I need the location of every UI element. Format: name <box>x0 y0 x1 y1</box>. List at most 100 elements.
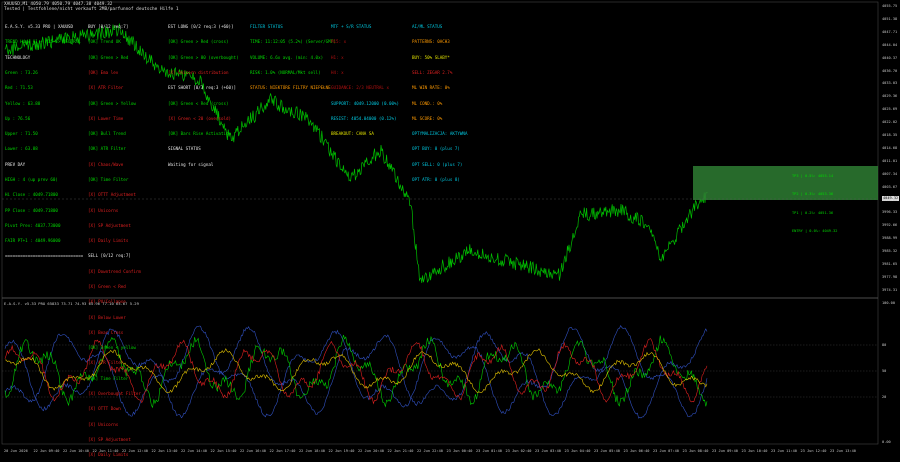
price-scale-label: 4051.38 <box>882 16 898 21</box>
opt-item: OPT SELL: 0 (plus 7) <box>412 161 463 167</box>
panel-buy: BUY [0/12 req:7] [OK] Trend OK [OK] Gree… <box>88 14 141 462</box>
panel-footer: =============================== <box>5 253 84 259</box>
time-axis-label: 22 Jun 20:40 <box>358 449 384 453</box>
buy-item: [OK] Ema lev <box>88 70 119 76</box>
filter-item: TIME: 11:12:05 (5.2%) (Server/GMT) <box>250 39 336 45</box>
estshort-item: [OK] Green < Red (cross) <box>168 100 229 106</box>
price-scale-label: 4025.69 <box>882 107 898 112</box>
panel-ml: AI/ML STATUS PATTERNS: 0ACH3 BUY: 50% SL… <box>412 14 467 187</box>
tech-item: Lower : 63.88 <box>5 146 38 152</box>
tp-label: TP1 | 0.2%: 4051.36 <box>792 210 834 215</box>
estlong-item: [OK] Green > 80 (overbought) <box>168 54 239 60</box>
ml-item: SELL: ZEGAR 2.7% <box>412 70 453 76</box>
mtf-title: MTF + S/R STATUS <box>331 24 372 30</box>
price-scale-label: 3981.65 <box>882 262 898 266</box>
buy-item: [X] SP Adjustment <box>88 222 131 228</box>
sell-item: [X] Overbought Filter <box>88 390 141 396</box>
tech-item: Yellow : 63.88 <box>5 100 41 106</box>
price-scale-label: 4029.36 <box>882 94 898 99</box>
price-scale-label: 4036.70 <box>882 68 898 73</box>
time-axis-label: 23 Jun 02:40 <box>505 449 532 453</box>
price-scale-label: 4033.03 <box>882 81 898 86</box>
filter-title: FILTER STATUS <box>250 24 283 30</box>
price-scale-label: 4044.04 <box>882 42 898 47</box>
prev-item: PP Close : 4049.71800 <box>5 207 58 213</box>
sell-item: [X] Green < Red <box>88 283 126 289</box>
tp-labels: TP3 | 0.5%: 4055.14 TP2 | 0.3%: 4053.36 … <box>792 164 837 239</box>
technology-header: TECHNOLOGY <box>5 54 31 60</box>
buy-item: [OK] Bull Trend <box>88 131 126 137</box>
price-scale-label: 4003.67 <box>882 184 898 189</box>
sell-item: [X] Below Lower <box>88 314 126 320</box>
price-scale-label: 4018.35 <box>882 133 898 137</box>
filter-item: VOLUME: 6.6x avg. (min: 4.0x) <box>250 54 324 60</box>
sell-item: [OK] Time Filter <box>88 375 129 381</box>
panel-mtf: MTF + S/R STATUS M15: x H1: x H4: x GUID… <box>331 14 399 141</box>
time-axis-label: 22 Jun 17:40 <box>269 449 296 453</box>
time-axis-label: 23 Jun 13:40 <box>830 449 856 453</box>
time-axis-label: 23 Jun 00:40 <box>446 449 473 453</box>
indicator-bottom-label: 0.00 <box>882 440 891 444</box>
buy-item: [X] Unicorns <box>88 207 119 213</box>
time-axis-label: 23 Jun 04:40 <box>564 449 591 453</box>
time-axis-label: 23 Jun 03:40 <box>535 449 561 453</box>
opt-item: OPT BUY: 0 (plus 7) <box>412 146 460 152</box>
buy-item: [X] OTTT Adjustment <box>88 192 136 198</box>
price-scale-label: 3977.98 <box>882 274 898 279</box>
estlong-item: [OK] Green > Red (cross) <box>168 39 229 45</box>
price-scale-label: 4040.37 <box>882 55 898 60</box>
signal-title: SIGNAL STATUS <box>168 146 201 152</box>
prevday-header: PREV DAY <box>5 161 26 167</box>
mtf-item: M15: x <box>331 39 347 45</box>
signal-value: Waiting for signal <box>168 161 214 167</box>
estlong-title: EST LONG [0/2 req:3 (+60)] <box>168 24 234 30</box>
buy-item: [OK] Green > Red <box>88 54 129 60</box>
mtf-item: H1: x <box>331 54 344 60</box>
prev-item: Hi Close : 4049.71800 <box>5 192 58 198</box>
prev-item: Pivot Prev: 4037.73000 <box>5 222 61 228</box>
time-axis-label: 23 Jun 07:40 <box>653 449 679 453</box>
panel-easy-title: E.A.S.Y. v5.33 PRO | XAUUSD <box>5 24 74 30</box>
time-axis-label: 22 Jun 16:40 <box>240 449 266 453</box>
buy-item: [OK] ATR Filter <box>88 146 126 152</box>
time-axis-label: 23 Jun 01:40 <box>476 449 502 453</box>
sr-item: RESIST: 4054.04000 (0.12%) <box>331 115 397 121</box>
panel-easy: E.A.S.Y. v5.33 PRO | XAUUSD TREND H4 = H… <box>5 14 83 264</box>
price-scale-label: 4007.34 <box>882 171 898 176</box>
time-axis-label: 22 Jun 14:40 <box>181 449 207 453</box>
time-axis-label: 22 Jun 22:40 <box>417 449 443 453</box>
time-axis-label: 23 Jun 12:40 <box>800 449 827 453</box>
ml-item: PATTERNS: 0ACH3 <box>412 39 450 45</box>
time-axis-label: 23 Jun 11:40 <box>771 449 797 453</box>
buy-item: [X] Daily Limits <box>88 238 129 244</box>
time-axis-label: 22 Jun 13:40 <box>151 449 178 453</box>
sell-title: SELL [0/12 req:7] <box>88 253 131 259</box>
prev-item: FAIR PT+1 : 4049.96000 <box>5 238 61 244</box>
indicator-title: E.A.S.Y. v5.33 PRO 65833 73.71 74.93 65.… <box>4 301 139 306</box>
price-scale-label: 4011.01 <box>882 158 898 163</box>
time-axis-label: 22 Jun 11:40 <box>92 449 119 453</box>
price-scale-label: 3988.99 <box>882 236 898 241</box>
tp-label: TP3 | 0.5%: 4055.14 <box>792 174 834 179</box>
time-axis-label: 22 Jun 18:40 <box>299 449 325 453</box>
buy-item: [X] Lower Time <box>88 115 124 121</box>
buy-item: [OK] Time Filter <box>88 177 129 182</box>
symbol-header: XAUUSD,M1 4050.79 4050.79 4047.38 4049.3… <box>4 2 178 12</box>
tech-item: Red : 71.53 <box>5 85 33 91</box>
ea-line: Tested | Testfohlene/nicht verkauft 2MB/… <box>4 7 179 12</box>
ml-item: ML COND.: 0% <box>412 100 443 106</box>
sell-item: [X] Bear Cross <box>88 329 124 335</box>
tech-item: Upper : 71.50 <box>5 131 38 137</box>
time-axis-label: 23 Jun 10:40 <box>741 449 768 453</box>
price-scale-label: 4022.02 <box>882 120 898 125</box>
time-axis-label: 22 Jun 21:40 <box>387 449 414 453</box>
prev-item: HIGH : 4 (up prev 60) <box>5 177 58 182</box>
price-scale-label: 4055.75 <box>882 4 898 8</box>
tp-label: ENTRY | 0.0%: 4049.32 <box>792 229 838 234</box>
trend-line: TREND H4 = H1 + M15 => NEUTRAL <box>5 39 81 45</box>
level-label: 20 <box>882 395 887 399</box>
opt-item: OPT ATR: 0 (plus 8) <box>412 177 460 182</box>
sell-item: [X] ATR Filter <box>88 360 124 366</box>
ml-item: ML WIN RATE: 0% <box>412 85 450 91</box>
buy-item: [X] Chaos/Wave <box>88 161 124 167</box>
